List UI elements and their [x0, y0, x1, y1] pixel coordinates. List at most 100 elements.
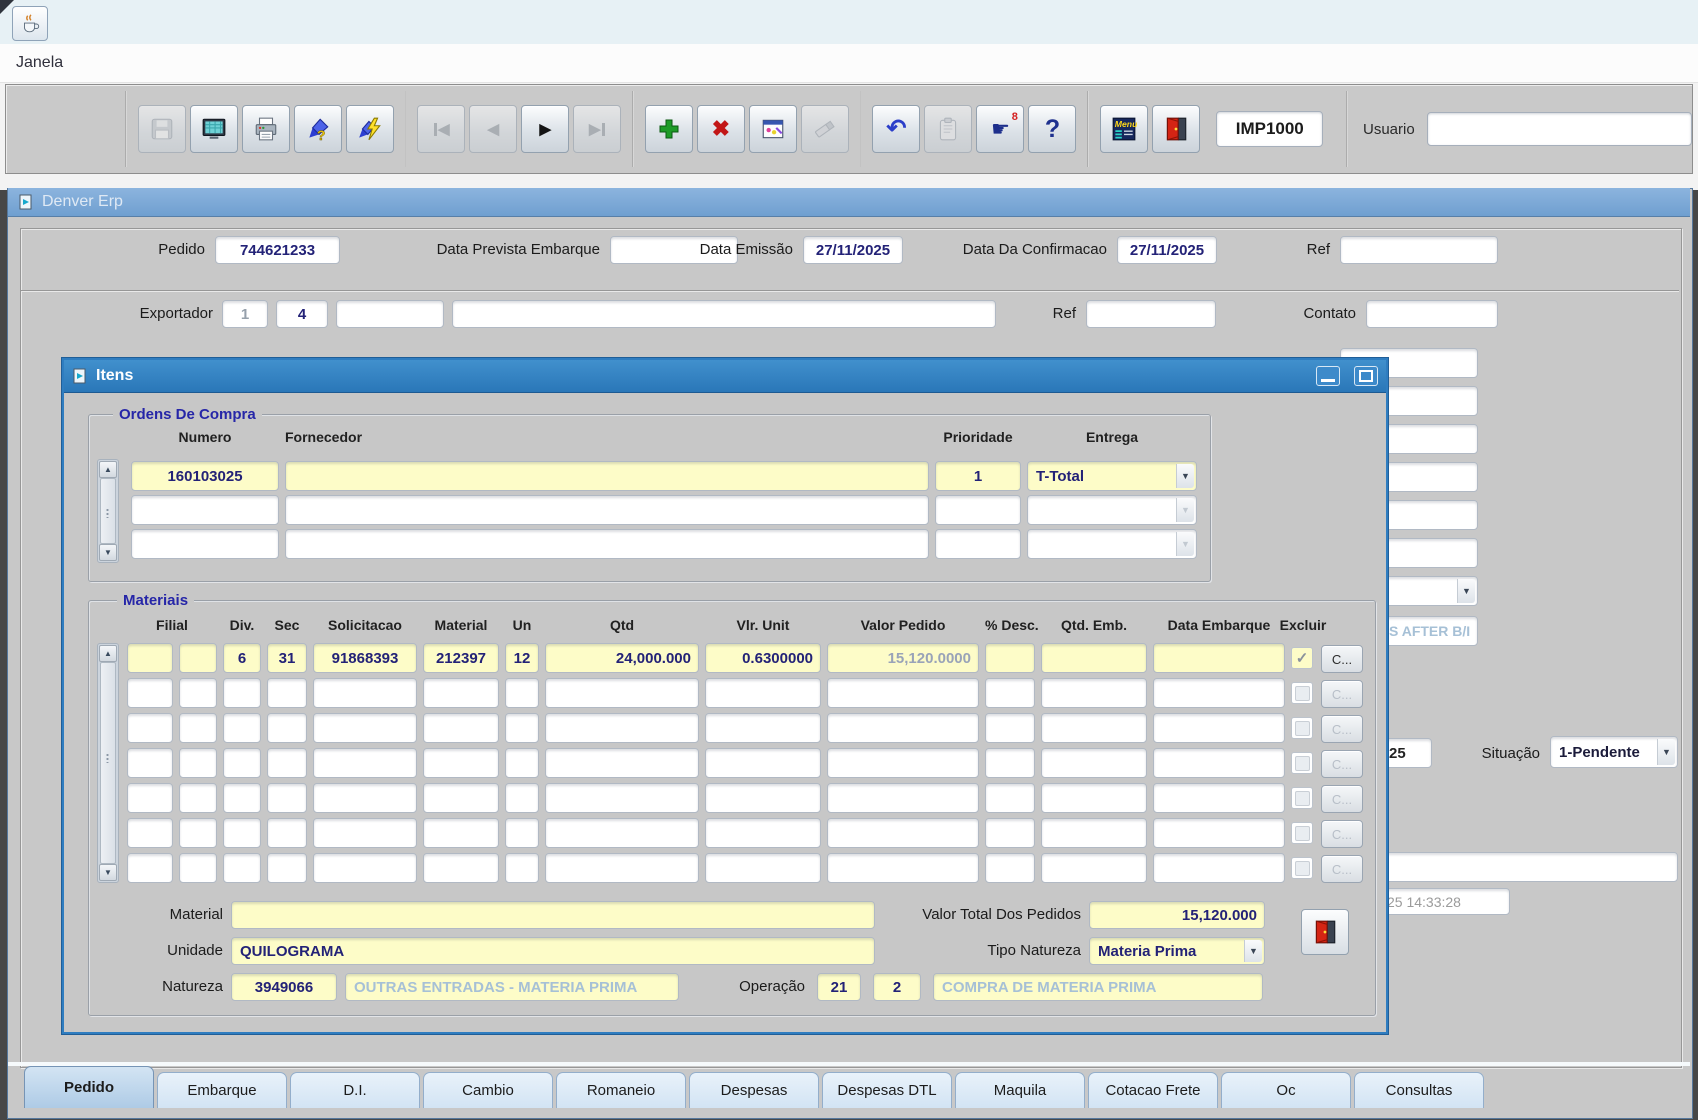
exportador-code2-field[interactable]: 4 — [276, 300, 328, 328]
div-cell[interactable] — [223, 783, 261, 813]
tab-cotacao-frete[interactable]: Cotacao Frete — [1088, 1072, 1218, 1108]
sec-cell[interactable] — [267, 818, 307, 848]
div-cell[interactable] — [223, 853, 261, 883]
tab-d-i-[interactable]: D.I. — [290, 1072, 420, 1108]
numero-cell[interactable] — [131, 495, 279, 525]
fornecedor-cell[interactable] — [285, 461, 929, 491]
material-cell[interactable] — [423, 748, 499, 778]
qtd-cell[interactable] — [545, 853, 699, 883]
qtd-cell[interactable] — [545, 713, 699, 743]
solicitacao-cell[interactable] — [313, 853, 417, 883]
c-button[interactable]: C... — [1321, 680, 1363, 708]
qtd-emb-cell[interactable] — [1041, 818, 1147, 848]
next-record-button[interactable]: ▶ — [521, 105, 569, 153]
filial2-cell[interactable] — [179, 783, 217, 813]
sec-cell[interactable] — [267, 783, 307, 813]
data-embarque-cell[interactable] — [1153, 748, 1285, 778]
entrega-combo[interactable]: ▼ — [1027, 529, 1197, 559]
data-embarque-cell[interactable] — [1153, 818, 1285, 848]
commit-button[interactable]: ☛8 — [976, 105, 1024, 153]
vlr-unit-cell[interactable] — [705, 853, 821, 883]
material-cell[interactable] — [423, 783, 499, 813]
material-field[interactable] — [231, 901, 875, 929]
qtd-emb-cell[interactable] — [1041, 643, 1147, 673]
c-button[interactable]: C... — [1321, 750, 1363, 778]
material-cell[interactable] — [423, 853, 499, 883]
div-cell[interactable] — [223, 678, 261, 708]
data-embarque-cell[interactable] — [1153, 713, 1285, 743]
sec-cell[interactable] — [267, 678, 307, 708]
solicitacao-cell[interactable]: 91868393 — [313, 643, 417, 673]
execute-query-button[interactable] — [346, 105, 394, 153]
entrega-combo[interactable]: T-Total ▼ — [1027, 461, 1197, 491]
prioridade-cell[interactable] — [935, 529, 1021, 559]
data-embarque-cell[interactable] — [1153, 783, 1285, 813]
desc-cell[interactable] — [985, 818, 1035, 848]
excluir-checkbox[interactable] — [1291, 787, 1313, 809]
filial-cell[interactable] — [127, 818, 173, 848]
exportador-code3-field[interactable] — [336, 300, 444, 328]
prioridade-cell[interactable]: 1 — [935, 461, 1021, 491]
excluir-checkbox[interactable] — [1291, 682, 1313, 704]
qtd-emb-cell[interactable] — [1041, 783, 1147, 813]
chevron-down-icon[interactable]: ▼ — [1176, 464, 1194, 488]
filial-cell[interactable] — [127, 643, 173, 673]
qtd-emb-cell[interactable] — [1041, 678, 1147, 708]
excluir-checkbox[interactable] — [1291, 717, 1313, 739]
qtd-emb-cell[interactable] — [1041, 713, 1147, 743]
filial-cell[interactable] — [127, 713, 173, 743]
dialog-exit-button[interactable] — [1301, 909, 1349, 955]
c-button[interactable]: C... — [1321, 820, 1363, 848]
usuario-field[interactable] — [1427, 112, 1692, 146]
filial2-cell[interactable] — [179, 678, 217, 708]
vlr-unit-cell[interactable] — [705, 818, 821, 848]
sec-cell[interactable] — [267, 853, 307, 883]
tab-maquila[interactable]: Maquila — [955, 1072, 1085, 1108]
qtd-cell[interactable] — [545, 783, 699, 813]
un-cell[interactable] — [505, 678, 539, 708]
div-cell[interactable]: 6 — [223, 643, 261, 673]
data-embarque-cell[interactable] — [1153, 678, 1285, 708]
java-app-button[interactable] — [12, 6, 48, 41]
filial2-cell[interactable] — [179, 853, 217, 883]
undo-button[interactable]: ↶ — [872, 105, 920, 153]
menu-button[interactable]: Menu — [1100, 105, 1148, 153]
maximize-button[interactable] — [1354, 366, 1378, 386]
tab-consultas[interactable]: Consultas — [1354, 1072, 1484, 1108]
un-cell[interactable] — [505, 713, 539, 743]
exportador-name-field[interactable] — [452, 300, 996, 328]
numero-cell[interactable]: 160103025 — [131, 461, 279, 491]
excluir-checkbox[interactable] — [1291, 822, 1313, 844]
excluir-checkbox[interactable]: ✓ — [1291, 647, 1313, 669]
c-button[interactable]: C... — [1321, 715, 1363, 743]
solicitacao-cell[interactable] — [313, 678, 417, 708]
vlr-unit-cell[interactable]: 0.6300000 — [705, 643, 821, 673]
save-button[interactable] — [138, 105, 186, 153]
data-confirmacao-field[interactable]: 27/11/2025 — [1117, 236, 1217, 264]
vlr-unit-cell[interactable] — [705, 713, 821, 743]
material-cell[interactable] — [423, 713, 499, 743]
qtd-cell[interactable] — [545, 678, 699, 708]
natureza-code-field[interactable]: 3949066 — [231, 973, 337, 1001]
desc-cell[interactable] — [985, 853, 1035, 883]
fornecedor-cell[interactable] — [285, 495, 929, 525]
chevron-down-icon[interactable]: ▼ — [1244, 940, 1262, 962]
solicitacao-cell[interactable] — [313, 748, 417, 778]
un-cell[interactable]: 12 — [505, 643, 539, 673]
vlr-unit-cell[interactable] — [705, 748, 821, 778]
qtd-cell[interactable] — [545, 818, 699, 848]
enter-query-button[interactable]: ? — [294, 105, 342, 153]
filial2-cell[interactable] — [179, 643, 217, 673]
operacao-code2-field[interactable]: 2 — [873, 973, 921, 1001]
menu-janela[interactable]: Janela — [16, 44, 63, 82]
filial-cell[interactable] — [127, 678, 173, 708]
tab-oc[interactable]: Oc — [1221, 1072, 1351, 1108]
filial-cell[interactable] — [127, 783, 173, 813]
previous-record-button[interactable]: ◀ — [469, 105, 517, 153]
filial2-cell[interactable] — [179, 713, 217, 743]
tab-cambio[interactable]: Cambio — [423, 1072, 553, 1108]
program-code-field[interactable]: IMP1000 — [1216, 111, 1323, 147]
side-wide-field[interactable] — [1340, 852, 1678, 882]
add-record-button[interactable] — [645, 105, 693, 153]
desc-cell[interactable] — [985, 643, 1035, 673]
